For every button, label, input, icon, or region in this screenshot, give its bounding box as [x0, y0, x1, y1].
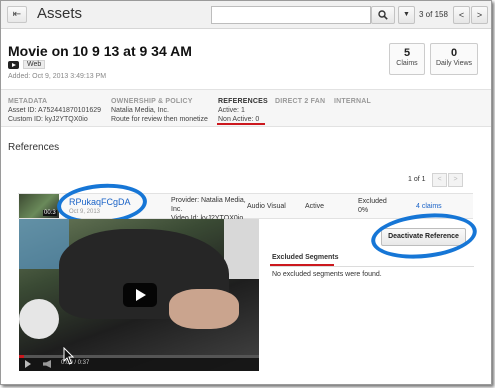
reference-excluded: Excluded 0%: [358, 197, 387, 215]
claims-link[interactable]: 4 claims: [416, 203, 442, 210]
reference-pager-text: 1 of 1: [408, 176, 426, 183]
excluded-label: Excluded: [358, 198, 387, 205]
owner-text: Natalia Media, Inc.: [111, 107, 169, 114]
active-count-text: Active: 1: [218, 107, 245, 114]
excluded-value: 0%: [358, 207, 369, 214]
prev-asset-button[interactable]: <: [453, 6, 470, 24]
video-frame-region: [224, 219, 259, 279]
search-icon: [378, 10, 388, 20]
volume-icon[interactable]: [43, 360, 51, 368]
daily-views-count: 0: [450, 47, 458, 59]
asset-title: Movie on 10 9 13 at 9 34 AM: [8, 43, 192, 59]
tab-excluded-segments[interactable]: Excluded Segments: [272, 254, 339, 261]
video-frame-region: [19, 299, 59, 339]
tab-direct-2-fan[interactable]: DIRECT 2 FAN: [275, 97, 325, 106]
provider-line-2: Inc.: [171, 206, 183, 213]
asset-id-text: Asset ID: A752441870101629: [8, 107, 102, 114]
custom-id-text: Custom ID: kyJ2YTQX0io: [8, 116, 88, 123]
search-input[interactable]: [211, 6, 371, 24]
tab-internal[interactable]: INTERNAL: [334, 97, 371, 106]
thumbnail-duration: 00:3: [43, 210, 57, 216]
reference-status: Active: [305, 203, 325, 210]
youtube-icon: [8, 61, 19, 69]
arrow-left-icon: ⇤: [12, 9, 22, 20]
progress-bar[interactable]: [19, 355, 259, 358]
claims-count: 5: [403, 47, 411, 59]
tab-metadata[interactable]: METADATA Asset ID: A752441870101629 Cust…: [8, 97, 101, 124]
search-button[interactable]: [371, 6, 395, 24]
claims-label: Claims: [396, 60, 418, 67]
active-tab-indicator: [217, 123, 265, 125]
play-icon[interactable]: [123, 283, 157, 307]
next-asset-button[interactable]: >: [471, 6, 488, 24]
tab-direct-2-fan-label: DIRECT 2 FAN: [275, 98, 326, 105]
app-window: ⇤ Assets ▼ 3 of 158 < > Movie on 10 9 13…: [0, 0, 492, 385]
daily-views-stat[interactable]: 0 Daily Views: [430, 43, 478, 75]
page-title: Assets: [37, 5, 83, 22]
reference-type: Audio Visual: [247, 203, 286, 210]
excluded-segments-empty-text: No excluded segments were found.: [272, 271, 382, 278]
next-reference-button[interactable]: >: [448, 173, 463, 187]
references-section-title: References: [8, 142, 60, 153]
back-button[interactable]: ⇤: [7, 6, 27, 23]
control-play-icon[interactable]: [25, 360, 31, 368]
added-timestamp: Added: Oct 9, 2013 3:49:13 PM: [8, 73, 107, 80]
tab-internal-label: INTERNAL: [334, 98, 371, 105]
asset-tabs: METADATA Asset ID: A752441870101629 Cust…: [1, 89, 491, 127]
video-frame-region: [169, 289, 239, 329]
player-controls: 0:00 / 0:37: [19, 355, 259, 371]
provider-line-1: Provider: Natalia Media,: [171, 197, 246, 204]
platform-badge: Web: [23, 60, 46, 69]
tab-ownership-label: OWNERSHIP & POLICY: [111, 98, 193, 105]
tab-references-label: REFERENCES: [218, 98, 268, 105]
search-options-dropdown[interactable]: ▼: [398, 6, 415, 24]
mouse-cursor-icon: [63, 347, 75, 365]
video-player[interactable]: 0:00 / 0:37: [19, 219, 259, 371]
divider: [270, 266, 474, 267]
daily-views-label: Daily Views: [435, 60, 473, 67]
progress-fill: [19, 355, 24, 358]
tab-metadata-label: METADATA: [8, 98, 48, 105]
asset-pager-text: 3 of 158: [419, 10, 448, 19]
top-toolbar: ⇤ Assets ▼ 3 of 158 < >: [1, 1, 491, 29]
tab-references[interactable]: REFERENCES Active: 1 Non Active: 0: [218, 97, 268, 124]
chevron-down-icon: ▼: [403, 11, 410, 18]
policy-text: Route for review then monetize: [111, 116, 208, 123]
prev-reference-button[interactable]: <: [432, 173, 447, 187]
tab-ownership-policy[interactable]: OWNERSHIP & POLICY Natalia Media, Inc. R…: [111, 97, 208, 124]
claims-stat[interactable]: 5 Claims: [389, 43, 425, 75]
